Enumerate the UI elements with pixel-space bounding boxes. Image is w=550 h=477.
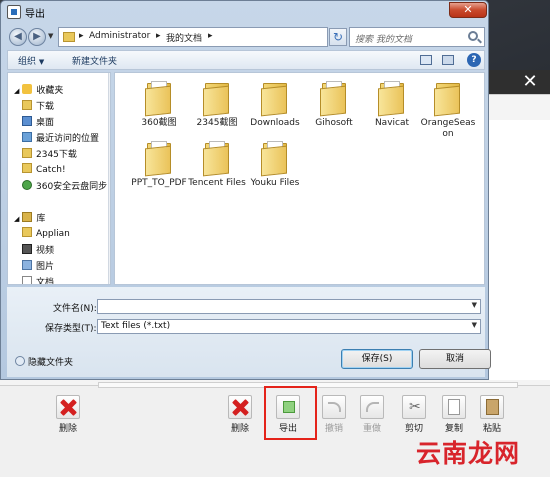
watermark-logo: 云南龙网	[416, 439, 521, 468]
filetype-label: 保存类型(T):	[45, 324, 97, 334]
collapse-icon	[15, 356, 25, 366]
recent-places-icon	[22, 132, 32, 142]
help-icon[interactable]: ?	[467, 53, 481, 67]
search-placeholder: 搜索 我的文档	[355, 35, 412, 45]
video-icon	[22, 244, 32, 254]
app-icon	[7, 5, 21, 19]
breadcrumb-separator: ▸	[156, 31, 161, 41]
folder-icon	[145, 141, 173, 177]
close-button[interactable]: ✕	[449, 2, 487, 18]
cancel-button[interactable]: 取消	[419, 349, 491, 369]
folder-icon	[145, 81, 173, 117]
view-options-icon[interactable]	[420, 55, 432, 65]
save-dialog: 导出 ✕ ◀ ▶ ▼ ▸ Administrator ▸ 我的文档 ▸ ▼ ↻ …	[0, 0, 491, 380]
folder-icon	[261, 81, 289, 117]
sidebar-item-documents[interactable]: 文档	[22, 275, 54, 284]
folder-item-youku-files[interactable]: Youku Files	[245, 141, 305, 189]
back-button[interactable]: ◀	[9, 28, 27, 46]
save-button[interactable]: 保存(S)	[341, 349, 413, 369]
cloud-sync-icon	[22, 180, 32, 190]
breadcrumb-separator: ▸	[208, 31, 213, 41]
breadcrumb-administrator[interactable]: Administrator	[89, 31, 150, 41]
navigation-scrollbar[interactable]	[108, 73, 110, 284]
picture-icon	[22, 260, 32, 270]
dialog-title: 导出	[25, 9, 45, 20]
folder-item-gihosoft[interactable]: Gihosoft	[304, 81, 364, 129]
organize-menu[interactable]: 组织 ▼	[18, 54, 44, 67]
document-icon	[22, 276, 32, 284]
sidebar-item-library[interactable]: ◢ 库	[14, 211, 45, 227]
folder-icon	[320, 81, 348, 117]
folder-icon	[203, 141, 231, 177]
search-icon	[468, 31, 478, 41]
folder-icon	[203, 81, 231, 117]
filename-label: 文件名(N):	[53, 304, 97, 314]
address-bar[interactable]: ▸ Administrator ▸ 我的文档 ▸ ▼	[58, 27, 367, 47]
folder-item-downloads[interactable]: Downloads	[245, 81, 305, 129]
folder-item-tencent-files[interactable]: Tencent Files	[187, 141, 247, 189]
sidebar-item-applian[interactable]: Applian	[22, 227, 70, 243]
sidebar-item-recent[interactable]: 最近访问的位置	[22, 131, 99, 147]
sidebar-item-2345-downloads[interactable]: 2345下载	[22, 147, 77, 163]
sidebar-item-downloads[interactable]: 下载	[22, 99, 54, 115]
folder-icon	[378, 81, 406, 117]
refresh-icon[interactable]: ↻	[329, 28, 347, 46]
navigation-pane: ◢ 收藏夹 下载 桌面 最近访问的位置 2345下载 Catch! 360安全云盘…	[7, 72, 111, 285]
favorites-star-icon	[22, 84, 33, 94]
filetype-dropdown-icon[interactable]: ▼	[472, 321, 477, 329]
folder-icon	[22, 227, 32, 237]
folder-icon	[261, 141, 289, 177]
sidebar-item-desktop[interactable]: 桌面	[22, 115, 54, 131]
sidebar-item-favorites[interactable]: ◢ 收藏夹	[14, 83, 63, 99]
preview-pane-icon[interactable]	[442, 55, 454, 65]
search-input[interactable]: 搜索 我的文档	[349, 27, 485, 47]
breadcrumb-documents[interactable]: 我的文档	[166, 31, 202, 44]
hide-folders-toggle[interactable]: 隐藏文件夹	[15, 355, 73, 368]
sidebar-item-pictures[interactable]: 图片	[22, 259, 54, 275]
filename-dropdown-icon[interactable]: ▼	[472, 301, 477, 309]
library-icon	[22, 212, 33, 222]
recent-pages-dropdown[interactable]: ▼	[48, 32, 53, 40]
new-folder-button[interactable]: 新建文件夹	[72, 54, 117, 67]
folder-icon	[22, 163, 32, 173]
breadcrumb-separator: ▸	[79, 31, 84, 41]
downloads-folder-icon	[22, 100, 32, 110]
filetype-select[interactable]: Text files (*.txt) ▼	[97, 319, 481, 334]
dialog-footer: 文件名(N): ▼ 保存类型(T): Text files (*.txt) ▼ …	[7, 287, 491, 377]
folder-item-2345-screenshots[interactable]: 2345截图	[187, 81, 247, 129]
sidebar-item-catch[interactable]: Catch!	[22, 163, 66, 179]
folder-item-360-screenshots[interactable]: 360截图	[129, 81, 189, 129]
file-list: 360截图 2345截图 Downloads Gihosoft Navicat …	[114, 72, 485, 285]
sidebar-item-videos[interactable]: 视频	[22, 243, 54, 259]
filename-input[interactable]: ▼	[97, 299, 481, 314]
folder-icon	[434, 81, 462, 117]
folder-item-ppt-to-pdf[interactable]: PPT_TO_PDF	[129, 141, 189, 189]
folder-item-orangeseason[interactable]: OrangeSeason	[418, 81, 478, 140]
address-bar-row: ◀ ▶ ▼ ▸ Administrator ▸ 我的文档 ▸ ▼ ↻ 搜索 我的…	[7, 26, 485, 48]
folder-icon	[22, 148, 32, 158]
forward-button[interactable]: ▶	[28, 28, 46, 46]
folder-icon	[63, 32, 75, 42]
desktop-icon	[22, 116, 32, 126]
sidebar-item-360-cloud[interactable]: 360安全云盘同步	[22, 179, 107, 195]
dialog-titlebar: 导出 ✕	[1, 1, 488, 23]
folder-item-navicat[interactable]: Navicat	[362, 81, 422, 129]
command-bar: 组织 ▼ 新建文件夹 ?	[7, 50, 485, 70]
